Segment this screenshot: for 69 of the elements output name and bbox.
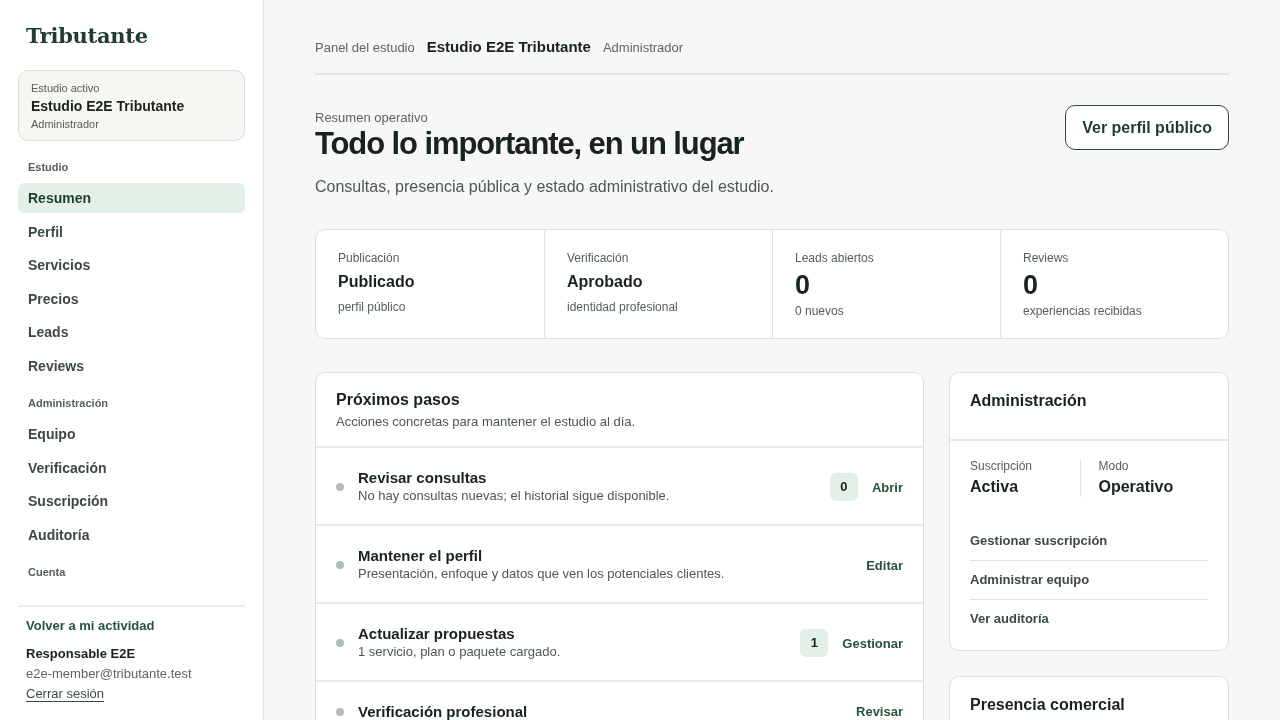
studio-card-label: Estudio activo [31, 81, 101, 95]
stat-value: 0 [795, 270, 812, 300]
stat-note: experiencias recibidas [1023, 304, 1143, 319]
step-title: Revisar consultas [358, 470, 488, 485]
nav-item[interactable]: Auditoría [18, 519, 245, 550]
step-description: No hay consultas nuevas; el historial sigue disponible. [358, 488, 671, 504]
admin-link[interactable]: Gestionar suscripción [970, 531, 1208, 561]
nav-item[interactable]: Precios [18, 283, 245, 314]
nav-item[interactable]: Perfil [18, 216, 245, 247]
count-badge: 1 [800, 629, 829, 657]
status-dot-icon [336, 707, 344, 716]
stat-note: perfil público [338, 300, 407, 315]
nav-section-heading: Estudio [27, 160, 70, 174]
status-dot-icon [336, 561, 344, 569]
nav-item[interactable]: Reviews [18, 350, 245, 381]
nav-item[interactable]: Servicios [18, 250, 245, 280]
fact-label: Suscripción [970, 459, 1034, 474]
step-description: Presentación, enfoque y datos que ven los potenciales clientes. [358, 566, 726, 582]
brand-logo: Tributante [25, 22, 149, 50]
active-studio-card[interactable]: Estudio activo Estudio E2E Tributante Administrador [18, 70, 245, 141]
nav-section-heading: Cuenta [27, 565, 67, 579]
step-action-link[interactable]: Abrir [871, 479, 903, 495]
fact-value: Activa [970, 477, 1020, 497]
stat-label: Leads abiertos [795, 251, 875, 266]
stat-value: 0 [1023, 270, 1040, 300]
topbar-studio-name: Estudio E2E Tributante [426, 38, 591, 55]
user-email: e2e-member@tributante.test [26, 666, 192, 682]
count-badge: 0 [829, 473, 858, 501]
stat-label: Verificación [567, 251, 630, 266]
nav-item[interactable]: Resumen [18, 183, 245, 213]
card-title: Próximos pasos [336, 390, 461, 410]
nav-item[interactable]: Suscripción [18, 486, 245, 516]
card-title: Presencia comercial [970, 695, 1126, 715]
stat-value: Publicado [338, 272, 416, 292]
nav-section-heading: Administración [27, 396, 110, 410]
stat-label: Publicación [338, 251, 401, 266]
back-to-activity-link[interactable]: Volver a mi actividad [26, 618, 155, 634]
admin-link[interactable]: Administrar equipo [970, 561, 1208, 600]
studio-name: Estudio E2E Tributante [31, 97, 186, 115]
step-title: Actualizar propuestas [358, 626, 516, 641]
studio-role: Administrador [31, 117, 100, 131]
user-name: Responsable E2E [26, 646, 136, 662]
page-subtitle: Consultas, presencia pública y estado administrativo del estudio. [315, 177, 774, 197]
logout-link[interactable]: Cerrar sesión [26, 686, 105, 702]
card-subtitle: Acciones concretas para mantener el estudio al día. [336, 414, 637, 430]
step-description: 1 servicio, plan o paquete cargado. [358, 644, 562, 660]
fact-value: Operativo [1098, 477, 1175, 497]
stat-note: identidad profesional [567, 300, 679, 315]
page-eyebrow: Resumen operativo [315, 110, 429, 126]
topbar-context: Panel del estudio [315, 40, 415, 55]
topbar-role: Administrador [602, 40, 684, 55]
view-public-profile-button[interactable]: Ver perfil público [1065, 105, 1229, 150]
fact-label: Modo [1098, 459, 1130, 474]
nav-item[interactable]: Leads [18, 317, 245, 347]
stat-note: 0 nuevos [795, 304, 845, 319]
stat-value: Aprobado [567, 272, 644, 292]
nav-item[interactable]: Equipo [18, 419, 245, 449]
nav-item[interactable]: Verificación [18, 452, 245, 483]
step-action-link[interactable]: Editar [866, 557, 903, 573]
admin-link[interactable]: Ver auditoría [970, 600, 1208, 629]
status-dot-icon [336, 483, 344, 491]
step-title: Mantener el perfil [358, 548, 484, 563]
page-title: Todo lo importante, en un lugar [315, 126, 745, 162]
step-action-link[interactable]: Gestionar [842, 635, 903, 651]
step-title: Verificación profesional [358, 704, 529, 719]
step-action-link[interactable]: Revisar [856, 704, 903, 719]
stat-label: Reviews [1023, 251, 1070, 266]
card-title: Administración [970, 391, 1088, 411]
status-dot-icon [336, 639, 344, 647]
